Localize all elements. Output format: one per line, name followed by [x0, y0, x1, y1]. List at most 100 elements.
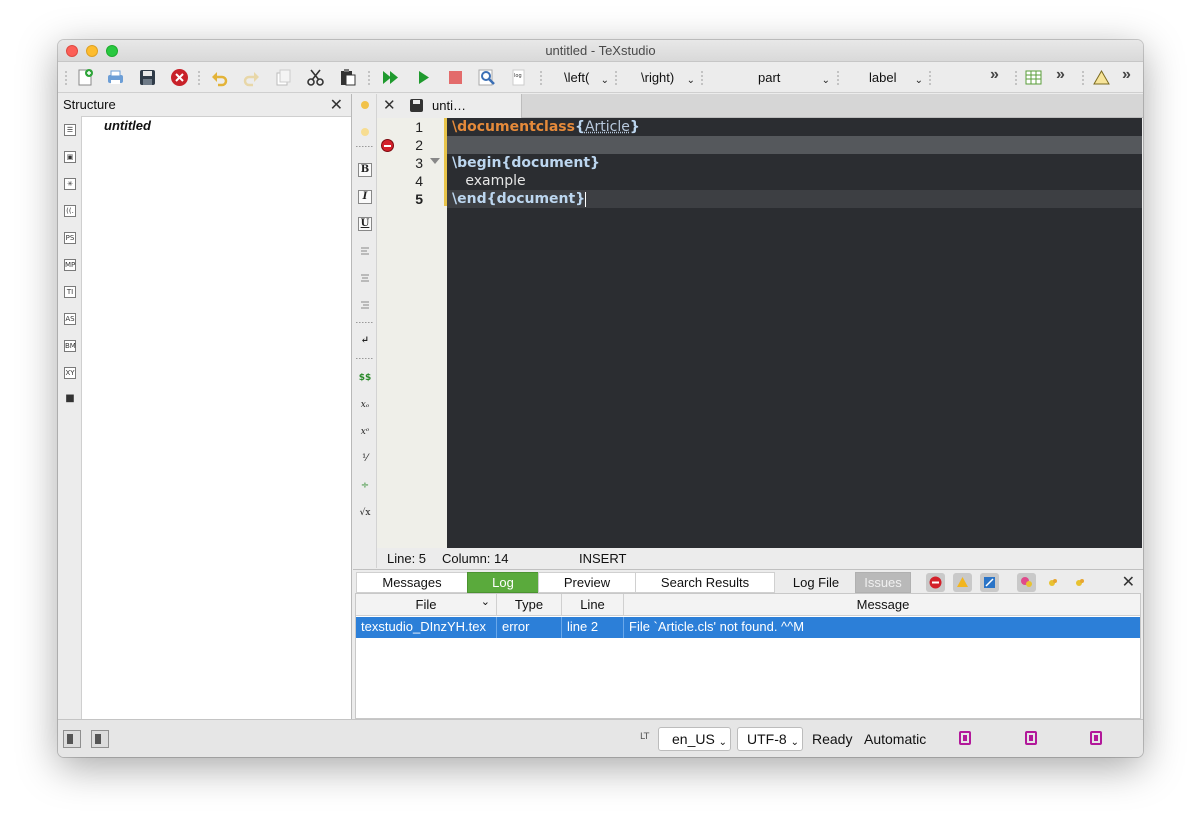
tree-item-document[interactable]: untitled: [104, 118, 151, 133]
toolbar-grip[interactable]: [1082, 70, 1084, 86]
align-left-icon[interactable]: [358, 244, 372, 258]
table-row[interactable]: texstudio_DInzYH.tex error line 2 File `…: [356, 617, 1140, 638]
toolbar-grip[interactable]: [1015, 70, 1017, 86]
tab-log-file[interactable]: Log File: [778, 572, 854, 593]
bookmark-icon[interactable]: [1090, 731, 1102, 745]
close-document-icon[interactable]: [170, 68, 189, 87]
show-errors-icon[interactable]: [926, 573, 945, 592]
compile-mode-text[interactable]: Automatic: [864, 731, 926, 747]
column-header-message[interactable]: Message: [624, 594, 1142, 616]
newline-button[interactable]: ↵: [358, 334, 372, 348]
delimiters-view-icon[interactable]: ((.: [64, 205, 76, 217]
fold-toggle-icon[interactable]: [430, 158, 440, 164]
toolbar-overflow-button[interactable]: »: [1056, 66, 1065, 84]
toggle-structure-button[interactable]: [63, 730, 81, 748]
languagetool-icon[interactable]: LT: [640, 732, 649, 742]
xymatrix-view-icon[interactable]: XY: [64, 367, 76, 379]
copy-icon[interactable]: [274, 68, 293, 87]
code-line[interactable]: \documentclass{Article}: [447, 118, 1142, 136]
toolbar-grip[interactable]: [198, 70, 200, 86]
print-icon[interactable]: [106, 68, 125, 87]
spellcheck-language-combo[interactable]: en_US ⌄: [658, 727, 731, 751]
edit-mode[interactable]: INSERT: [579, 551, 626, 566]
asymptote-view-icon[interactable]: AS: [64, 313, 76, 325]
toolbar-grip[interactable]: [837, 70, 839, 86]
sectioning-combo[interactable]: part ⌄: [758, 67, 830, 89]
show-badboxes-icon[interactable]: [980, 573, 999, 592]
bookmark-icon[interactable]: [959, 731, 971, 745]
subscript-button[interactable]: xₒ: [358, 398, 372, 412]
save-icon[interactable]: [138, 68, 157, 87]
bold-button[interactable]: B: [358, 163, 372, 177]
tab-log[interactable]: Log: [467, 572, 539, 593]
toolbar-overflow-button[interactable]: »: [1122, 66, 1131, 84]
align-center-icon[interactable]: [358, 271, 372, 285]
find-error-icon[interactable]: [1017, 573, 1036, 592]
new-file-icon[interactable]: [76, 68, 95, 87]
line-number-gutter[interactable]: 1 2 3 4 5: [377, 118, 447, 548]
left-delimiter-combo[interactable]: \left( ⌄: [564, 67, 609, 89]
code-editor[interactable]: \documentclass{Article} \begin{document}…: [447, 118, 1142, 548]
code-line-error[interactable]: [447, 136, 1142, 154]
stop-icon[interactable]: [446, 68, 465, 87]
column-header-type[interactable]: Type: [497, 594, 562, 616]
redo-icon[interactable]: [242, 68, 261, 87]
tab-messages[interactable]: Messages: [356, 572, 468, 593]
build-view-icon[interactable]: [381, 68, 400, 87]
tab-issues[interactable]: Issues: [855, 572, 911, 593]
toolbar-grip[interactable]: [540, 70, 542, 86]
minimize-window-button[interactable]: [86, 45, 98, 57]
toolbar-grip[interactable]: [368, 70, 370, 86]
toolbar-grip[interactable]: [929, 70, 931, 86]
previous-error-icon[interactable]: [1044, 573, 1063, 592]
bookmark-view-icon[interactable]: ▣: [64, 151, 76, 163]
tikz-view-icon[interactable]: TI: [64, 286, 76, 298]
sqrt-button[interactable]: √x: [358, 506, 372, 520]
beamer-view-icon[interactable]: BM: [64, 340, 76, 352]
metapost-view-icon[interactable]: MP: [64, 259, 76, 271]
reference-combo[interactable]: label ⌄: [869, 67, 923, 89]
toolbar-grip[interactable]: [701, 70, 703, 86]
structure-close-icon[interactable]: ✕: [330, 95, 343, 115]
compile-icon[interactable]: [414, 68, 433, 87]
cut-icon[interactable]: [306, 68, 325, 87]
table-icon[interactable]: [1024, 68, 1043, 87]
toolbar-grip[interactable]: [65, 70, 67, 86]
view-log-icon[interactable]: log: [509, 68, 528, 87]
structure-view-icon[interactable]: ☰: [64, 124, 76, 136]
column-header-line[interactable]: Line: [562, 594, 624, 616]
inline-math-button[interactable]: $$: [358, 371, 372, 385]
underline-button[interactable]: U: [358, 217, 372, 231]
tab-search-results[interactable]: Search Results: [635, 572, 775, 593]
next-error-icon[interactable]: [1071, 573, 1090, 592]
paste-icon[interactable]: [338, 68, 357, 87]
messages-panel-close-icon[interactable]: ✕: [1122, 572, 1135, 592]
bookmark-prev-icon[interactable]: [358, 98, 372, 112]
italic-button[interactable]: I: [358, 190, 372, 204]
code-line[interactable]: example: [447, 172, 1142, 190]
align-right-icon[interactable]: [358, 298, 372, 312]
tab-preview[interactable]: Preview: [538, 572, 636, 593]
code-line[interactable]: \begin{document}: [447, 154, 1142, 172]
bookmark-next-icon[interactable]: [358, 125, 372, 139]
tab-close-icon[interactable]: ✕: [383, 96, 396, 114]
tab-untitled[interactable]: ✕ unti…: [377, 94, 522, 118]
toolbar-overflow-button[interactable]: »: [990, 66, 999, 84]
right-delimiter-combo[interactable]: \right) ⌄: [641, 67, 695, 89]
bookmark-icon[interactable]: [1025, 731, 1037, 745]
view-pdf-icon[interactable]: [477, 68, 496, 87]
toolbar-grip[interactable]: [615, 70, 617, 86]
macros-view-icon[interactable]: ■: [64, 394, 76, 406]
dfrac-button[interactable]: ÷: [358, 479, 372, 493]
pstricks-view-icon[interactable]: PS: [64, 232, 76, 244]
code-line-current[interactable]: \end{document}: [447, 190, 1142, 208]
fraction-button[interactable]: ⅟: [358, 452, 372, 466]
encoding-combo[interactable]: UTF-8 ⌄: [737, 727, 803, 751]
show-warnings-icon[interactable]: [953, 573, 972, 592]
undo-icon[interactable]: [210, 68, 229, 87]
triangle-warning-icon[interactable]: [1092, 68, 1111, 87]
column-header-file[interactable]: File ⌄: [356, 594, 497, 616]
maximize-window-button[interactable]: [106, 45, 118, 57]
close-window-button[interactable]: [66, 45, 78, 57]
toggle-messages-button[interactable]: [91, 730, 109, 748]
